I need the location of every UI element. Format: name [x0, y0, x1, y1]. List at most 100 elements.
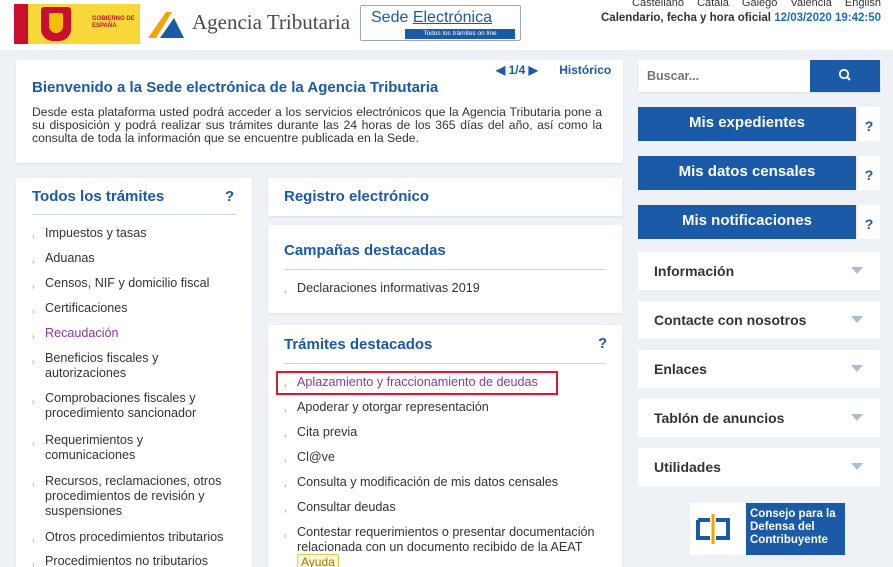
search-icon: [838, 68, 851, 81]
todos-tramites-title[interactable]: Todos los trámites: [32, 188, 164, 205]
ayuda-button[interactable]: Ayuda: [297, 554, 339, 567]
cdc-logo-icon: [696, 514, 730, 544]
list-item[interactable]: › Certificaciones: [32, 301, 128, 316]
consejo-text: Consejo para la Defensa del Contribuyent…: [746, 503, 845, 555]
list-item[interactable]: › Cita previa: [284, 425, 357, 440]
sede-title-prefix: Sede: [371, 9, 409, 26]
sede-title: Sede Electrónica: [371, 9, 492, 27]
list-item[interactable]: › Apoderar y otorgar representación: [284, 400, 489, 415]
bullet-icon: ›: [284, 506, 287, 515]
todos-help-icon[interactable]: ?: [225, 188, 234, 205]
lang-catala[interactable]: Català: [697, 0, 729, 9]
coat-of-arms-icon: [41, 7, 71, 41]
list-item[interactable]: › Consultar deudas: [284, 500, 396, 515]
list-item[interactable]: › Beneficios fiscales y autorizaciones: [32, 351, 182, 381]
lang-galego[interactable]: Galego: [742, 0, 777, 9]
search-box: [638, 60, 880, 92]
bullet-icon: ›: [32, 560, 35, 567]
sede-subtitle: Todos los trámites on line: [405, 29, 515, 39]
welcome-panel: ◀ 1/4 ▶ Histórico Bienvenido a la Sede e…: [16, 60, 623, 163]
bullet-icon: ›: [32, 307, 35, 316]
news-pager: ◀ 1/4 ▶ Histórico: [496, 63, 611, 77]
chevron-down-icon: [851, 414, 863, 421]
bullet-icon: ›: [32, 397, 35, 406]
calendar-datetime: 12/03/2020 19:42:50: [774, 12, 881, 24]
list-item[interactable]: › Recursos, reclamaciones, otros procedim…: [32, 474, 242, 519]
bullet-icon: ›: [284, 406, 287, 415]
welcome-title: Bienvenido a la Sede electrónica de la A…: [32, 79, 439, 96]
list-item[interactable]: › Contestar requerimientos o presentar do…: [284, 525, 609, 567]
tramites-help-icon[interactable]: ?: [598, 335, 607, 352]
bullet-icon: ›: [284, 531, 287, 540]
list-item[interactable]: › Procedimientos no tributarios: [32, 554, 208, 567]
agency-name[interactable]: Agencia Tributaria: [192, 10, 350, 35]
registro-panel: Registro electrónico: [268, 178, 622, 216]
accordion-label: Información: [654, 263, 735, 279]
bullet-icon: ›: [32, 282, 35, 291]
tramites-destacados-panel: Trámites destacados ? › Aplazamiento y fr…: [268, 325, 622, 567]
list-item[interactable]: › Consulta y modificación de mis datos ce…: [284, 475, 558, 490]
pager-next-icon[interactable]: ▶: [529, 63, 538, 77]
mis-expedientes-help-icon[interactable]: ?: [858, 107, 880, 141]
gobierno-espana-logo[interactable]: GOBIERNO DE ESPAÑA: [14, 4, 140, 44]
calendar-label: Calendario, fecha y hora oficial: [601, 12, 771, 24]
flag-stripe: [14, 4, 28, 44]
list-item[interactable]: › Requerimientos y comunicaciones: [32, 433, 182, 463]
list-item[interactable]: › Impuestos y tasas: [32, 226, 147, 241]
mis-datos-censales-button[interactable]: Mis datos censales: [638, 156, 856, 190]
mis-expedientes-button[interactable]: Mis expedientes: [638, 107, 856, 141]
bullet-icon: ›: [284, 431, 287, 440]
list-item[interactable]: › Declaraciones informativas 2019: [284, 281, 480, 296]
lang-castellano[interactable]: Castellano: [632, 0, 684, 9]
registro-title[interactable]: Registro electrónico: [284, 188, 429, 205]
campanas-panel: Campañas destacadas › Declaraciones infor…: [268, 225, 622, 313]
consejo-defensa-contribuyente-banner[interactable]: Consejo para la Defensa del Contribuyent…: [690, 503, 845, 555]
search-button[interactable]: [810, 60, 880, 92]
bullet-icon: ›: [284, 287, 287, 296]
agencia-tributaria-logo-icon[interactable]: [146, 8, 186, 40]
lang-valencia[interactable]: Valencià: [790, 0, 831, 9]
language-selector: Castellano Català Galego Valencià Englis…: [622, 0, 881, 9]
accordion-enlaces[interactable]: Enlaces: [638, 350, 880, 388]
welcome-body: Desde esta plataforma usted podrá accede…: [32, 105, 602, 145]
accordion-label: Enlaces: [654, 361, 707, 377]
accordion-utilidades[interactable]: Utilidades: [638, 448, 880, 486]
lang-english[interactable]: English: [845, 0, 881, 9]
mis-datos-censales-help-icon[interactable]: ?: [858, 156, 880, 190]
accordion-tablon[interactable]: Tablón de anuncios: [638, 399, 880, 437]
sede-title-main: Electrónica: [412, 9, 492, 26]
divider: [32, 214, 236, 215]
pager-prev-icon[interactable]: ◀: [496, 63, 505, 77]
gov-logo-text: GOBIERNO DE ESPAÑA: [92, 16, 135, 29]
mis-notificaciones-button[interactable]: Mis notificaciones: [638, 205, 856, 239]
tramites-title: Trámites destacados: [284, 336, 433, 353]
historico-link[interactable]: Histórico: [559, 63, 611, 77]
sede-electronica-logo[interactable]: Sede Electrónica Todos los trámites on l…: [360, 5, 521, 41]
list-item[interactable]: › Comprobaciones fiscales y procedimiento…: [32, 391, 232, 421]
mis-notificaciones-help-icon[interactable]: ?: [858, 205, 880, 239]
todos-tramites-panel: Todos los trámites ? › Impuestos y tasas …: [16, 178, 252, 567]
bullet-icon: ›: [32, 536, 35, 545]
bullet-icon: ›: [284, 456, 287, 465]
divider: [284, 269, 606, 270]
bullet-icon: ›: [32, 232, 35, 241]
official-calendar[interactable]: Calendario, fecha y hora oficial 12/03/2…: [601, 12, 881, 24]
list-item[interactable]: › Aduanas: [32, 251, 95, 266]
bullet-icon: ›: [32, 480, 35, 489]
bullet-icon: ›: [284, 481, 287, 490]
pager-count: 1/4: [508, 63, 526, 77]
list-item[interactable]: › Recaudación: [32, 326, 119, 341]
accordion-contacte[interactable]: Contacte con nosotros: [638, 301, 880, 339]
bullet-icon: ›: [32, 439, 35, 448]
list-item[interactable]: › Otros procedimientos tributarios: [32, 530, 223, 545]
accordion-label: Contacte con nosotros: [654, 312, 807, 328]
bullet-icon: ›: [32, 357, 35, 366]
campanas-title: Campañas destacadas: [284, 242, 446, 259]
list-item[interactable]: › Cl@ve: [284, 450, 335, 465]
highlight-box: [276, 371, 558, 395]
list-item[interactable]: › Censos, NIF y domicilio fiscal: [32, 276, 209, 291]
bullet-icon: ›: [32, 257, 35, 266]
accordion-informacion[interactable]: Información: [638, 252, 880, 290]
search-input[interactable]: [638, 60, 808, 92]
accordion-label: Tablón de anuncios: [654, 410, 785, 426]
